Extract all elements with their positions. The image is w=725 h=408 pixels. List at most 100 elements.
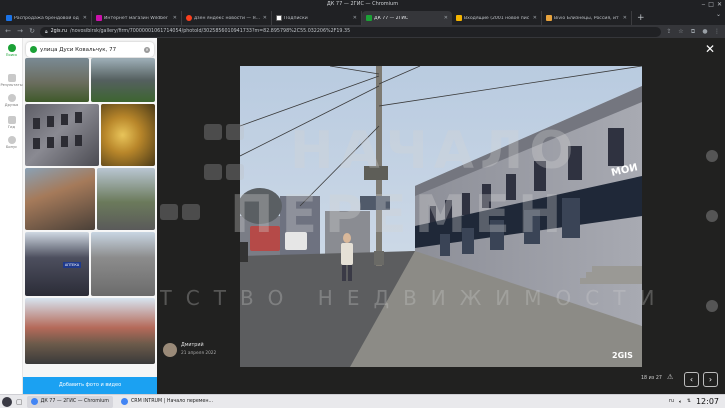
taskbar-item-label: ДК 77 — 2ГИС — Chromium: [40, 399, 109, 404]
tab-label: Входящие (2001 новое пис: [464, 15, 530, 21]
tab-strip: Распродажа брендовой од ✕ Интернет магази…: [0, 9, 725, 25]
start-menu-icon[interactable]: [2, 396, 12, 407]
tab-close-icon[interactable]: ✕: [623, 15, 627, 21]
gallery-thumbnail[interactable]: АПТЕКА: [25, 232, 89, 296]
gallery-thumbnail[interactable]: [25, 168, 95, 230]
tab-search-icon[interactable]: ⌄: [716, 11, 721, 18]
clear-search-icon[interactable]: ✕: [144, 46, 150, 53]
location-pin-icon: [30, 46, 37, 53]
building-windows-graphic: [33, 112, 82, 149]
window-title-bar: ДК 77 — 2ГИС — Chromium ‒ □ ✕: [0, 0, 725, 9]
taskbar-item-chromium[interactable]: ДК 77 — 2ГИС — Chromium: [26, 395, 113, 408]
report-warning-icon[interactable]: ⚠: [667, 373, 673, 381]
tab-close-icon[interactable]: ✕: [263, 15, 267, 21]
rail-label: Бонус: [5, 145, 18, 149]
rail-label: Результаты: [0, 83, 23, 87]
chromium-icon: [30, 398, 38, 405]
rail-item-bonus[interactable]: Бонус: [0, 136, 23, 149]
search-field[interactable]: улица Дуси Ковальчук, 77 ✕: [26, 42, 154, 57]
zoom-out-icon[interactable]: [706, 210, 718, 222]
clock[interactable]: 12:07: [696, 397, 719, 406]
zoom-in-icon[interactable]: [706, 150, 718, 162]
forward-icon[interactable]: →: [16, 25, 24, 38]
tab-label: дзен яндекс новости — Янд: [194, 15, 261, 21]
gallery-panel: АПТЕКА Добавить фото и видео: [23, 38, 157, 394]
address-bar[interactable]: 🔒︎ 2gis.ru/novosibirsk/gallery/firm/7000…: [40, 26, 661, 37]
photo-counter: 18 из 27: [641, 376, 662, 381]
tab-close-icon[interactable]: ✕: [173, 15, 177, 21]
tab-favicon-icon: [456, 15, 462, 21]
system-tray: ru 🔈︎ ⇅ 12:07: [669, 397, 723, 406]
browser-toolbar: ← → ↻ 🔒︎ 2gis.ru/novosibirsk/gallery/fir…: [0, 25, 725, 38]
browser-tab[interactable]: Подписки ✕: [272, 11, 362, 25]
previous-photo-button[interactable]: ‹: [684, 372, 699, 387]
menu-icon[interactable]: ⋮: [713, 28, 721, 35]
photo-date: 21 апреля 2022: [181, 351, 217, 356]
taskbar-item-crm[interactable]: CRM INTRUM | Начало перемен...: [117, 396, 217, 408]
extensions-icon[interactable]: ⧉: [689, 28, 697, 36]
search-pin-icon: [7, 44, 16, 52]
profile-icon[interactable]: ●: [701, 28, 709, 35]
rail-item-guide[interactable]: Гид: [0, 116, 23, 129]
next-photo-button[interactable]: ›: [703, 372, 718, 387]
gallery-photo: МОИ 2GIS: [240, 66, 642, 367]
browser-tab[interactable]: Входящие (2001 новое пис ✕: [452, 11, 542, 25]
rail-item-results[interactable]: Результаты: [0, 74, 23, 87]
network-icon[interactable]: ⇅: [687, 399, 691, 404]
taskbar-item-label: CRM INTRUM | Начало перемен...: [130, 399, 214, 404]
browser-tab[interactable]: Интернет магазин Wildber ✕: [92, 11, 182, 25]
gallery-thumbnail[interactable]: [25, 298, 155, 364]
author-avatar[interactable]: [163, 343, 177, 357]
share-icon[interactable]: ⇪: [665, 28, 673, 35]
tab-close-icon[interactable]: ✕: [83, 15, 87, 21]
tab-close-icon[interactable]: ✕: [444, 15, 448, 21]
rail-label: Гид: [7, 125, 15, 129]
reload-icon[interactable]: ↻: [28, 25, 36, 38]
address-domain: 2gis.ru: [50, 29, 68, 34]
gallery-thumbnail[interactable]: [25, 58, 89, 102]
close-window-icon[interactable]: ✕: [717, 0, 722, 9]
map-controls: [700, 120, 725, 360]
gallery-thumbnail[interactable]: [97, 168, 155, 230]
volume-icon[interactable]: 🔈︎: [679, 399, 682, 405]
tab-favicon-icon: [186, 15, 192, 21]
browser-tab-active[interactable]: ДК 77 — 2ГИС ✕: [362, 11, 452, 25]
bookmark-star-icon[interactable]: ☆: [677, 28, 685, 35]
tab-close-icon[interactable]: ✕: [533, 15, 537, 21]
tab-favicon-icon: [546, 15, 552, 21]
gallery-thumbnail[interactable]: [25, 104, 99, 166]
new-tab-button[interactable]: +: [632, 11, 650, 25]
keyboard-layout[interactable]: ru: [669, 399, 674, 404]
close-viewer-button[interactable]: ✕: [703, 42, 717, 56]
browser-tab[interactable]: Bivio Близнецы, Россия, ит ✕: [542, 11, 632, 25]
add-photo-button[interactable]: Добавить фото и видео: [23, 377, 157, 394]
tab-label: Подписки: [284, 15, 308, 21]
tab-label: Bivio Близнецы, Россия, ит: [554, 15, 619, 21]
window-title: ДК 77 — 2ГИС — Chromium: [326, 1, 399, 7]
gallery-thumbnail[interactable]: [91, 232, 155, 296]
gallery-thumbnail[interactable]: [91, 58, 155, 102]
gallery-thumbnail[interactable]: [101, 104, 155, 166]
os-taskbar: ▢ ДК 77 — 2ГИС — Chromium CRM INTRUM | Н…: [0, 394, 725, 408]
photo-author[interactable]: Дмитрий: [181, 343, 216, 348]
browser-tab[interactable]: Распродажа брендовой од ✕: [2, 11, 92, 25]
tab-favicon-icon: [96, 15, 102, 21]
window-controls: ‒ □ ✕: [701, 0, 725, 9]
show-desktop-icon[interactable]: ▢: [16, 398, 23, 406]
tab-close-icon[interactable]: ✕: [353, 15, 357, 21]
results-icon: [7, 74, 16, 82]
maximize-icon[interactable]: □: [708, 0, 714, 9]
browser-tab[interactable]: дзен яндекс новости — Янд ✕: [182, 11, 272, 25]
back-icon[interactable]: ←: [4, 25, 12, 38]
tab-favicon-icon: [276, 15, 282, 21]
tab-label: Распродажа брендовой од: [14, 15, 79, 21]
minimize-icon[interactable]: ‒: [701, 0, 705, 9]
rail-item-search[interactable]: Поиск: [0, 44, 23, 57]
tab-strip-controls: ⌄: [716, 11, 721, 18]
guide-icon: [7, 116, 16, 124]
rail-label: Поиск: [5, 53, 18, 57]
rail-item-friends[interactable]: Друзья: [0, 94, 23, 107]
tab-favicon-icon: [366, 15, 372, 21]
locate-icon[interactable]: [706, 300, 718, 312]
chromium-icon: [120, 398, 128, 405]
